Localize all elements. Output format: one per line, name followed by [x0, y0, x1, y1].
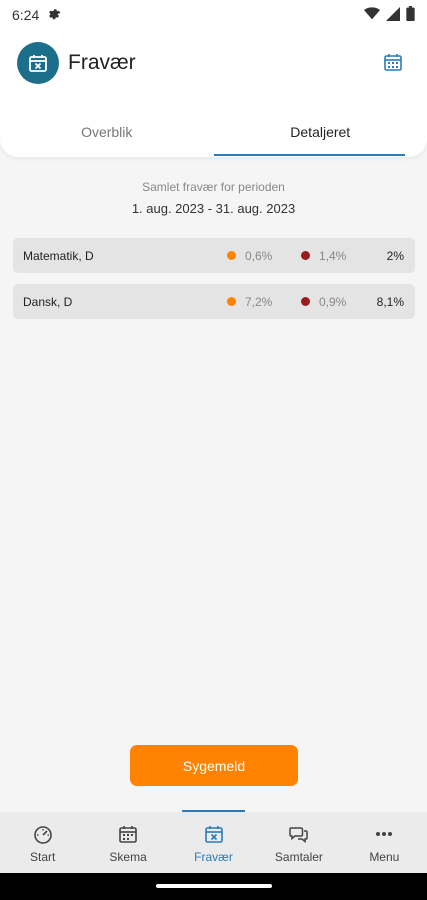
tab-bar: Overblik Detaljeret [0, 118, 427, 156]
home-gesture-pill[interactable] [156, 884, 272, 888]
page-title: Fravær [68, 51, 136, 74]
gear-icon [47, 7, 61, 24]
wifi-icon [364, 6, 380, 24]
nav-item-samtaler[interactable]: Samtaler [256, 812, 341, 873]
tab-detaljeret[interactable]: Detaljeret [213, 118, 427, 156]
nav-label: Samtaler [274, 850, 323, 864]
tab-overblik[interactable]: Overblik [0, 118, 214, 156]
absence-total: 8,1% [376, 294, 404, 309]
battery-icon [406, 6, 415, 24]
speedometer-icon [33, 826, 52, 844]
nav-item-skema[interactable]: Skema [85, 812, 170, 873]
calendar-x-icon [204, 826, 223, 843]
bottom-nav: Start Skema Fravær Samtaler Menu [0, 810, 427, 873]
signal-icon [386, 6, 400, 24]
orange-dot-icon [227, 251, 236, 260]
absence-value-orange: 7,2% [245, 294, 273, 309]
status-bar: 6:24 [0, 0, 427, 30]
absence-value-red: 0,9% [319, 294, 347, 309]
absence-value-orange: 0,6% [245, 248, 273, 263]
absence-value-red: 1,4% [319, 248, 347, 263]
nav-label: Start [30, 850, 56, 864]
nav-item-menu[interactable]: Menu [342, 812, 427, 873]
sygemeld-button[interactable]: Sygemeld [130, 745, 298, 786]
calendar-icon[interactable] [383, 52, 403, 72]
status-time: 6:24 [12, 7, 40, 23]
chat-bubbles-icon [289, 827, 308, 844]
list-item[interactable]: Matematik, D 0,6% 1,4% 2% [13, 238, 415, 273]
calendar-icon [119, 826, 137, 843]
nav-label: Skema [109, 850, 147, 864]
period-label: Samlet fravær for perioden [142, 180, 285, 194]
nav-item-fravaer[interactable]: Fravær [171, 810, 256, 873]
header-card: Fravær Overblik Detaljeret [0, 30, 427, 157]
nav-label: Menu [369, 850, 400, 864]
subject-name: Dansk, D [23, 294, 73, 309]
red-dot-icon [301, 297, 310, 306]
nav-item-start[interactable]: Start [0, 812, 85, 873]
nav-label: Fravær [194, 850, 233, 864]
subject-name: Matematik, D [23, 248, 94, 263]
period-range: 1. aug. 2023 - 31. aug. 2023 [131, 201, 296, 216]
more-dots-icon [376, 832, 393, 836]
orange-dot-icon [227, 297, 236, 306]
absence-total: 2% [386, 248, 404, 263]
list-item[interactable]: Dansk, D 7,2% 0,9% 8,1% [13, 284, 415, 319]
calendar-x-icon [17, 42, 59, 84]
red-dot-icon [301, 251, 310, 260]
system-nav-bar [0, 873, 427, 900]
